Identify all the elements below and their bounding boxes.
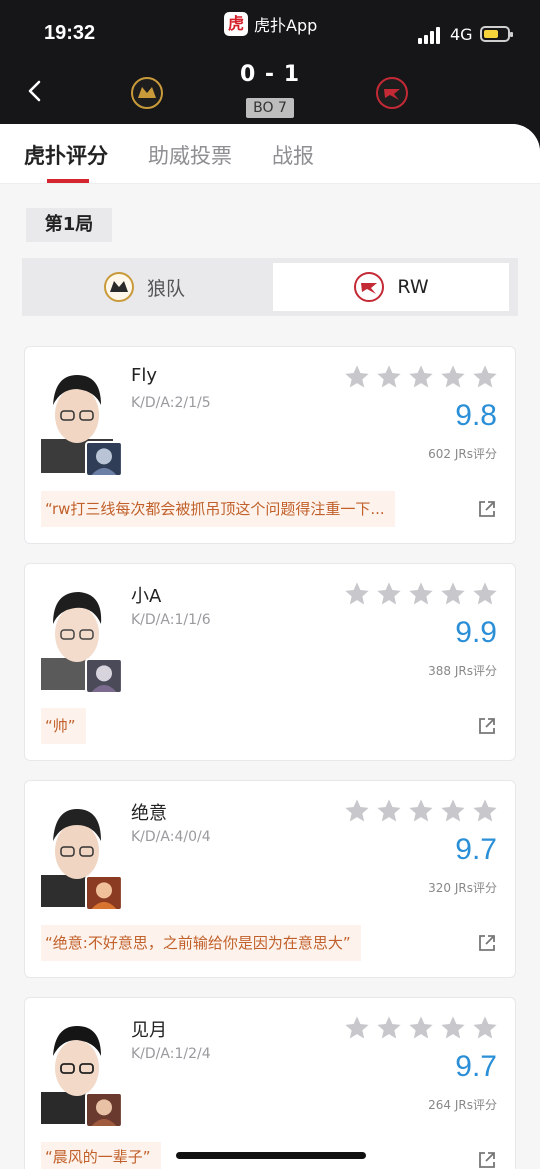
hero-icon bbox=[85, 658, 123, 694]
player-card[interactable]: 见月 K/D/A:1/2/4 9.7 264 JRs评分 “晨风的一辈子” bbox=[24, 997, 516, 1169]
player-kda: K/D/A:2/1/5 bbox=[131, 395, 211, 411]
game-selector[interactable]: 第1局 bbox=[26, 208, 112, 242]
rating-count: 320 JRs评分 bbox=[428, 881, 497, 895]
rating-count: 388 JRs评分 bbox=[428, 664, 497, 678]
network-type: 4G bbox=[450, 25, 473, 44]
hero-icon bbox=[85, 875, 123, 911]
star-icon[interactable] bbox=[471, 1014, 499, 1042]
share-icon[interactable] bbox=[477, 1150, 497, 1169]
hero-icon bbox=[85, 441, 123, 477]
wolves-team-logo-icon bbox=[103, 272, 134, 302]
player-rating: 9.7 bbox=[455, 1050, 497, 1083]
star-icon[interactable] bbox=[375, 363, 403, 391]
share-icon[interactable] bbox=[477, 499, 497, 519]
star-icon[interactable] bbox=[375, 1014, 403, 1042]
star-icon[interactable] bbox=[407, 797, 435, 825]
star-icon[interactable] bbox=[375, 580, 403, 608]
app-name: 虎扑App bbox=[254, 16, 318, 35]
signal-icon bbox=[418, 26, 442, 44]
series-format: BO 7 bbox=[246, 98, 294, 118]
tab-match-report[interactable]: 战报 bbox=[272, 140, 314, 170]
team-option-wolves[interactable]: 狼队 bbox=[26, 263, 262, 311]
player-kda: K/D/A:4/0/4 bbox=[131, 829, 211, 845]
team-name-wolves: 狼队 bbox=[146, 277, 185, 300]
star-icon[interactable] bbox=[343, 580, 371, 608]
star-icon[interactable] bbox=[439, 580, 467, 608]
star-rating-input[interactable] bbox=[343, 580, 503, 608]
star-icon[interactable] bbox=[439, 1014, 467, 1042]
player-rating: 9.9 bbox=[455, 616, 497, 649]
top-comment[interactable]: “rw打三线每次都会被抓吊顶这个问题得注重一下... bbox=[41, 491, 395, 527]
share-icon[interactable] bbox=[477, 716, 497, 736]
player-name: Fly bbox=[131, 365, 158, 386]
star-icon[interactable] bbox=[407, 1014, 435, 1042]
rating-count: 602 JRs评分 bbox=[428, 447, 497, 461]
status-bar: 19:32 虎 虎扑App 4G bbox=[0, 0, 540, 60]
hero-icon bbox=[85, 1092, 123, 1128]
player-name: 小A bbox=[131, 586, 162, 607]
player-card[interactable]: 绝意 K/D/A:4/0/4 9.7 320 JRs评分 “绝意:不好意思，之前… bbox=[24, 780, 516, 978]
battery-icon bbox=[480, 26, 513, 42]
top-comment[interactable]: “帅” bbox=[41, 708, 86, 744]
hupu-logo-icon: 虎 bbox=[224, 12, 248, 36]
star-icon[interactable] bbox=[407, 363, 435, 391]
star-icon[interactable] bbox=[439, 363, 467, 391]
player-rating: 9.7 bbox=[455, 833, 497, 866]
player-kda: K/D/A:1/2/4 bbox=[131, 1046, 211, 1062]
star-rating-input[interactable] bbox=[343, 797, 503, 825]
star-icon[interactable] bbox=[343, 363, 371, 391]
star-icon[interactable] bbox=[343, 1014, 371, 1042]
rating-count: 264 JRs评分 bbox=[428, 1098, 497, 1112]
star-icon[interactable] bbox=[471, 797, 499, 825]
rw-team-logo-icon bbox=[354, 272, 385, 302]
rw-team-logo-icon bbox=[376, 77, 408, 109]
star-rating-input[interactable] bbox=[343, 363, 503, 391]
star-icon[interactable] bbox=[343, 797, 371, 825]
active-tab-indicator bbox=[47, 179, 89, 183]
star-rating-input[interactable] bbox=[343, 1014, 503, 1042]
player-name: 绝意 bbox=[131, 803, 167, 824]
tab-hupu-rating[interactable]: 虎扑评分 bbox=[24, 140, 108, 170]
tab-cheer-vote[interactable]: 助威投票 bbox=[148, 140, 232, 170]
player-card[interactable]: 小A K/D/A:1/1/6 9.9 388 JRs评分 “帅” bbox=[24, 563, 516, 761]
team-option-rw[interactable]: RW bbox=[273, 263, 509, 311]
star-icon[interactable] bbox=[407, 580, 435, 608]
player-rating: 9.8 bbox=[455, 399, 497, 432]
app-indicator[interactable]: 虎 虎扑App bbox=[224, 12, 317, 36]
share-icon[interactable] bbox=[477, 933, 497, 953]
star-icon[interactable] bbox=[375, 797, 403, 825]
top-comment[interactable]: “绝意:不好意思，之前输给你是因为在意思大” bbox=[41, 925, 361, 961]
star-icon[interactable] bbox=[439, 797, 467, 825]
tab-bar: 虎扑评分 助威投票 战报 bbox=[0, 124, 540, 184]
player-card[interactable]: Fly K/D/A:2/1/5 9.8 602 JRs评分 “rw打三线每次都会… bbox=[24, 346, 516, 544]
team-name-rw: RW bbox=[397, 276, 429, 298]
star-icon[interactable] bbox=[471, 580, 499, 608]
team-switcher: 狼队 RW bbox=[22, 258, 518, 316]
player-kda: K/D/A:1/1/6 bbox=[131, 612, 211, 628]
player-name: 见月 bbox=[131, 1020, 167, 1041]
match-score: 0 - 1 bbox=[239, 62, 301, 87]
top-comment[interactable]: “晨风的一辈子” bbox=[41, 1142, 161, 1169]
star-icon[interactable] bbox=[471, 363, 499, 391]
home-indicator[interactable] bbox=[176, 1152, 366, 1159]
clock: 19:32 bbox=[44, 22, 96, 44]
